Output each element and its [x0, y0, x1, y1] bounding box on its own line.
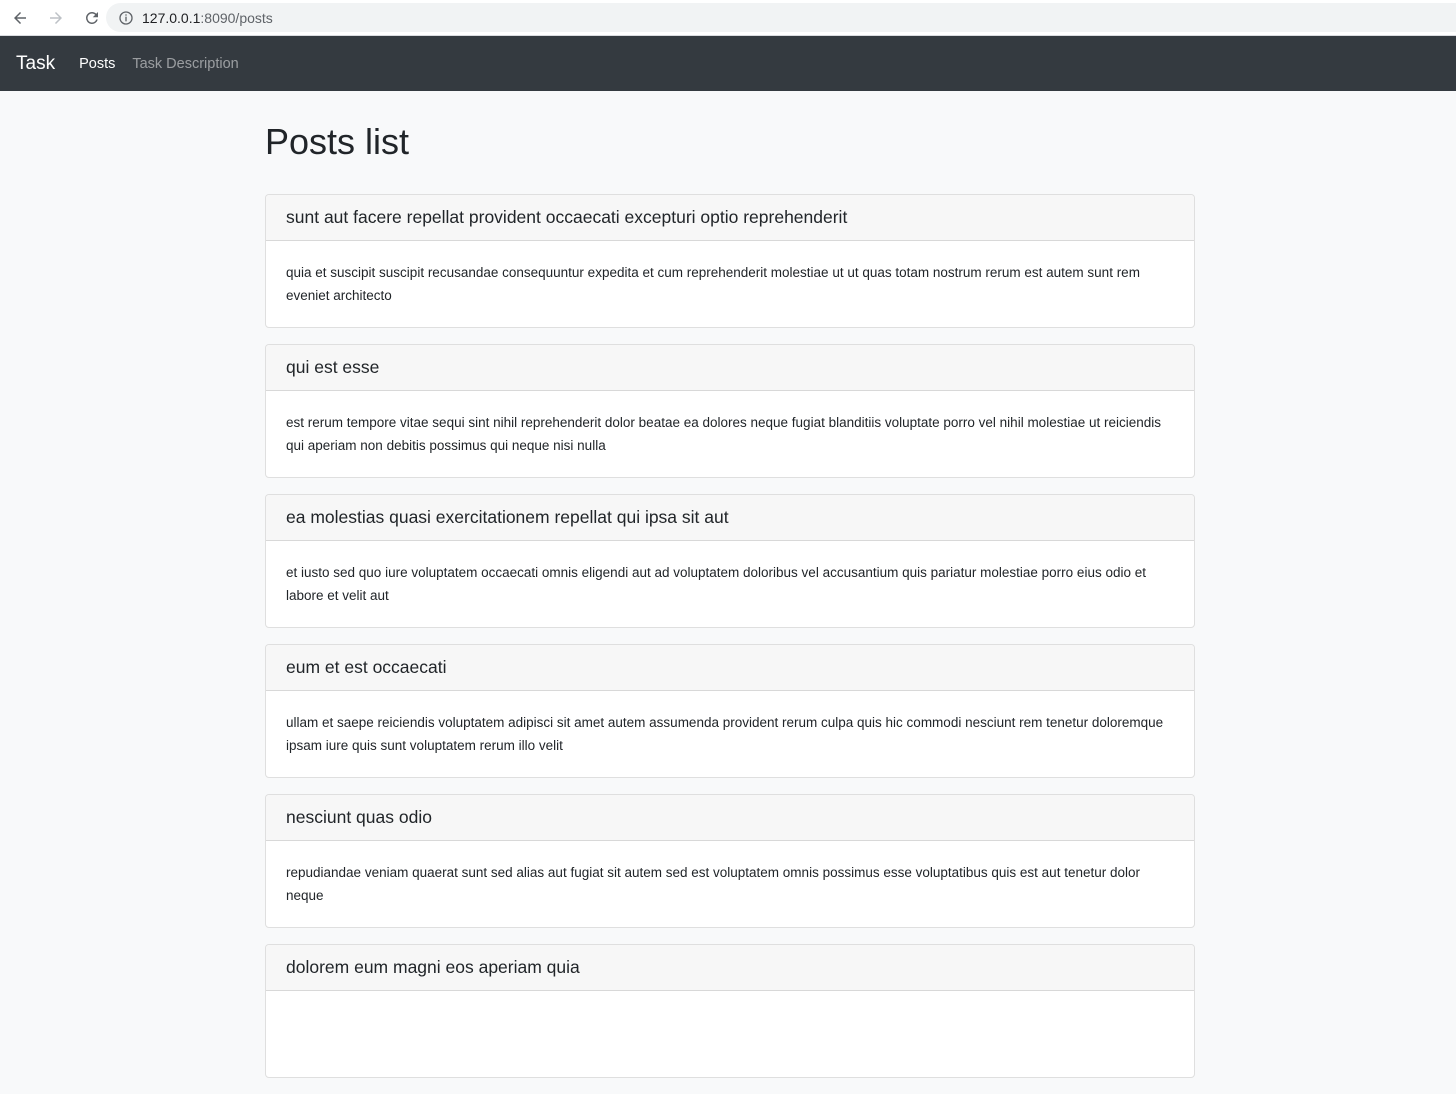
post-card: ea molestias quasi exercitationem repell…	[265, 494, 1195, 628]
post-body: est rerum tempore vitae sequi sint nihil…	[286, 415, 1162, 453]
post-card: sunt aut facere repellat provident occae…	[265, 194, 1195, 328]
info-icon[interactable]	[118, 10, 134, 26]
arrow-left-icon	[14, 11, 26, 24]
url-path: :8090/posts	[200, 9, 273, 26]
arrow-right-icon	[50, 11, 62, 24]
nav-link-posts[interactable]: Posts	[79, 56, 115, 72]
browser-toolbar: 127.0.0.1:8090/posts	[0, 0, 1456, 36]
post-title: dolorem eum magni eos aperiam quia	[266, 945, 1194, 991]
post-card: qui est esse est rerum tempore vitae seq…	[265, 344, 1195, 478]
forward-button[interactable]	[40, 2, 72, 34]
main-content: Posts list sunt aut facere repellat prov…	[265, 91, 1195, 1094]
post-body: repudiandae veniam quaerat sunt sed alia…	[286, 865, 1140, 903]
back-button[interactable]	[4, 2, 36, 34]
post-card: dolorem eum magni eos aperiam quia	[265, 944, 1195, 1078]
navbar-brand[interactable]: Task	[16, 53, 55, 75]
post-body: quia et suscipit suscipit recusandae con…	[286, 265, 1140, 303]
reload-icon	[85, 11, 98, 24]
post-title: eum et est occaecati	[266, 645, 1194, 691]
post-title: nesciunt quas odio	[266, 795, 1194, 841]
post-body	[266, 991, 1194, 1077]
address-bar[interactable]: 127.0.0.1:8090/posts	[106, 3, 1456, 32]
post-body: ullam et saepe reiciendis voluptatem adi…	[286, 715, 1164, 753]
url-host: 127.0.0.1	[142, 9, 201, 26]
post-title: ea molestias quasi exercitationem repell…	[266, 495, 1194, 541]
page-title: Posts list	[265, 121, 410, 162]
post-card: nesciunt quas odio repudiandae veniam qu…	[265, 794, 1195, 928]
post-title: sunt aut facere repellat provident occae…	[266, 195, 1194, 241]
reload-button[interactable]	[76, 2, 108, 34]
url-text: 127.0.0.1:8090/posts	[142, 10, 273, 26]
post-title: qui est esse	[266, 345, 1194, 391]
navbar: Task Posts Task Description	[0, 36, 1456, 91]
post-body: et iusto sed quo iure voluptatem occaeca…	[286, 565, 1146, 603]
nav-link-task-description[interactable]: Task Description	[132, 56, 238, 72]
post-card: eum et est occaecati ullam et saepe reic…	[265, 644, 1195, 778]
